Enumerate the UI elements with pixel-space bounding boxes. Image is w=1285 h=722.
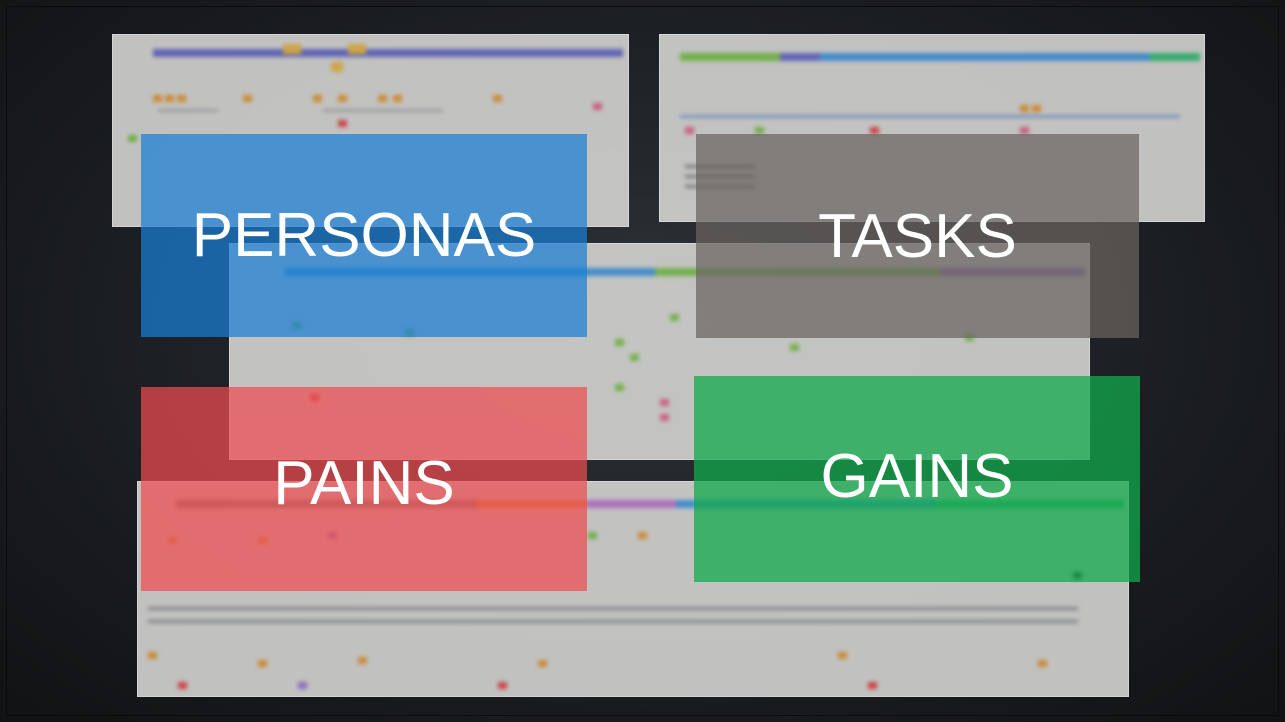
slide: PERSONAS TASKS PAINS GAINS (0, 0, 1285, 722)
personas-label: PERSONAS (191, 201, 537, 270)
tasks-label: TASKS (818, 201, 1017, 271)
pains-label: PAINS (273, 449, 455, 518)
tasks-box: TASKS (696, 134, 1139, 338)
gains-label: GAINS (820, 442, 1014, 511)
personas-box: PERSONAS (141, 134, 587, 337)
gains-box: GAINS (694, 376, 1140, 582)
pains-box: PAINS (141, 387, 587, 591)
